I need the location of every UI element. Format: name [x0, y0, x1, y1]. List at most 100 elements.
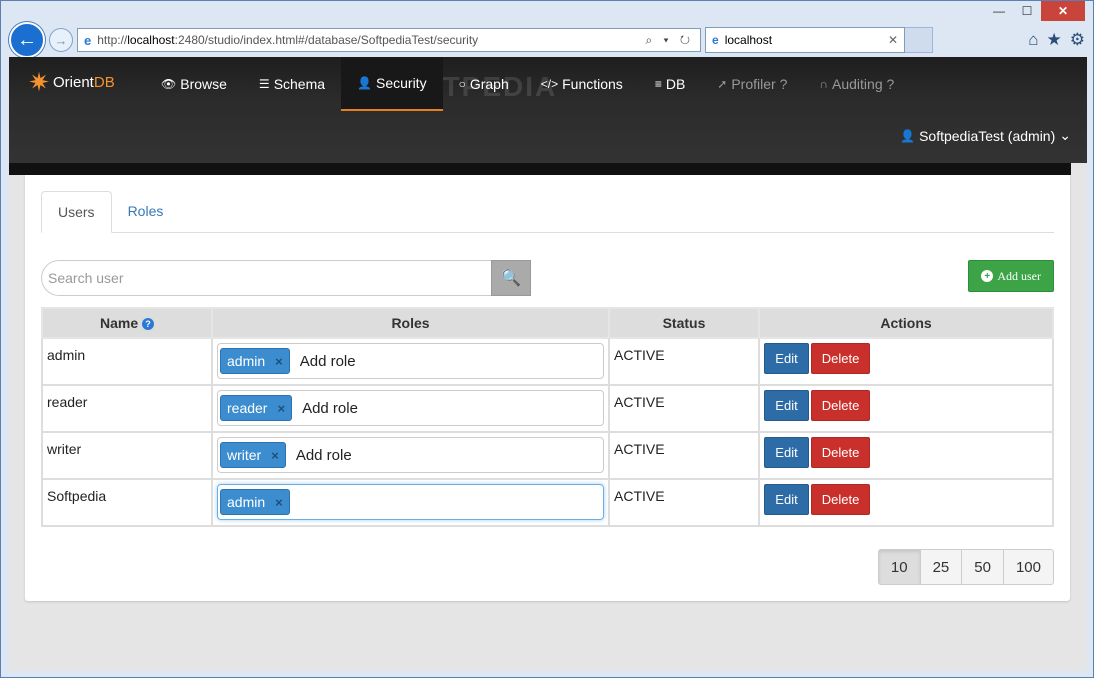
- url-host: localhost: [127, 33, 175, 47]
- role-tag: admin ×: [220, 489, 290, 515]
- roles-input[interactable]: writer × Add role: [217, 437, 604, 473]
- orientdb-logo[interactable]: ✷ OrientDB: [25, 61, 115, 103]
- navbar-underline: [9, 163, 1071, 175]
- user-status: ACTIVE: [608, 384, 760, 433]
- user-icon: 👤: [900, 128, 916, 143]
- remove-tag-icon[interactable]: ×: [277, 401, 285, 416]
- delete-button[interactable]: Delete: [811, 390, 870, 421]
- navbar: ✷ OrientDB SOFTPEDIA 👁 Browse ☰ Schema 👤 Se…: [9, 57, 1087, 163]
- nav-browse[interactable]: 👁 Browse: [145, 57, 243, 111]
- headphones-icon: ∩: [819, 77, 829, 91]
- code-icon: </>: [540, 77, 559, 91]
- forward-icon[interactable]: →: [49, 28, 73, 52]
- back-icon[interactable]: ←: [9, 22, 45, 58]
- ie-tab-icon: e: [712, 33, 719, 47]
- rocket-icon: ➚: [717, 77, 728, 91]
- security-tabs: Users Roles: [41, 191, 1054, 233]
- search-user-input[interactable]: [41, 260, 491, 296]
- minimize-button[interactable]: —: [985, 1, 1013, 21]
- roles-input[interactable]: reader × Add role: [217, 390, 604, 426]
- user-menu[interactable]: 👤 SoftpediaTest (admin) ⌄: [900, 127, 1071, 144]
- profiler-help-icon: ?: [779, 76, 788, 92]
- remove-tag-icon[interactable]: ×: [275, 354, 283, 369]
- edit-button[interactable]: Edit: [764, 484, 809, 515]
- address-tools-icon[interactable]: ⌕ ▾ ↻: [645, 33, 694, 48]
- add-user-button[interactable]: + Add user: [968, 260, 1054, 292]
- role-tag: writer ×: [220, 442, 286, 468]
- schema-icon: ☰: [258, 77, 270, 91]
- remove-tag-icon[interactable]: ×: [275, 495, 283, 510]
- table-row: Softpedia admin × ACTIVE Edit Delete: [41, 478, 1054, 527]
- maximize-button[interactable]: ☐: [1013, 1, 1041, 21]
- edit-button[interactable]: Edit: [764, 343, 809, 374]
- ie-page-icon: e: [84, 32, 92, 48]
- remove-tag-icon[interactable]: ×: [271, 448, 279, 463]
- page-size-25[interactable]: 25: [919, 549, 963, 585]
- add-role-placeholder[interactable]: Add role: [296, 447, 352, 464]
- col-actions: Actions: [758, 307, 1054, 339]
- search-group: 🔍: [41, 260, 531, 296]
- browser-tools: ⌂ ★ ⚙: [1028, 30, 1085, 50]
- role-tag: admin ×: [220, 348, 290, 374]
- main-nav: 👁 Browse ☰ Schema 👤 Security ○ Graph </> Func…: [145, 57, 910, 111]
- user-name: reader: [41, 384, 213, 433]
- table-row: admin admin × Add role ACTIVE Edit Delete: [41, 337, 1054, 386]
- add-role-placeholder[interactable]: Add role: [302, 400, 358, 417]
- chevron-down-icon: ⌄: [1059, 127, 1071, 143]
- delete-button[interactable]: Delete: [811, 437, 870, 468]
- favorites-icon[interactable]: ★: [1047, 30, 1062, 50]
- nav-security[interactable]: 👤 Security: [341, 57, 443, 111]
- nav-auditing[interactable]: ∩ Auditing ?: [803, 57, 910, 111]
- col-roles: Roles: [211, 307, 610, 339]
- user-status: ACTIVE: [608, 431, 760, 480]
- new-tab-button[interactable]: [905, 27, 933, 53]
- delete-button[interactable]: Delete: [811, 343, 870, 374]
- add-role-placeholder[interactable]: Add role: [300, 353, 356, 370]
- nav-schema[interactable]: ☰ Schema: [243, 57, 341, 111]
- eye-icon: 👁: [161, 77, 177, 91]
- security-panel: Users Roles 🔍 + Add user Name ? Roles St…: [25, 175, 1070, 601]
- tab-title: localhost: [724, 33, 773, 47]
- logo-text: OrientDB: [53, 73, 115, 91]
- home-icon[interactable]: ⌂: [1028, 30, 1038, 50]
- table-row: writer writer × Add role ACTIVE Edit Delet…: [41, 431, 1054, 480]
- role-tag: reader ×: [220, 395, 293, 421]
- page-size-100[interactable]: 100: [1002, 549, 1054, 585]
- tab-roles[interactable]: Roles: [112, 191, 180, 232]
- help-icon[interactable]: ?: [142, 318, 155, 331]
- settings-icon[interactable]: ⚙: [1070, 30, 1085, 50]
- table-row: reader reader × Add role ACTIVE Edit Delet…: [41, 384, 1054, 433]
- nav-functions[interactable]: </> Functions: [525, 57, 639, 111]
- page-size-selector: 10 25 50 100: [877, 549, 1054, 585]
- page-size-50[interactable]: 50: [961, 549, 1004, 585]
- nav-profiler[interactable]: ➚ Profiler ?: [701, 57, 803, 111]
- browser-window: — ☐ ✕ ← → e http:// localhost :2480/stud…: [0, 0, 1094, 678]
- user-icon: 👤: [357, 76, 372, 90]
- close-window-button[interactable]: ✕: [1041, 1, 1085, 21]
- circle-icon: ○: [458, 77, 466, 91]
- user-status: ACTIVE: [608, 478, 760, 527]
- edit-button[interactable]: Edit: [764, 390, 809, 421]
- browser-toolbar: ← → e http:// localhost :2480/studio/ind…: [9, 22, 1085, 58]
- users-table: Name ? Roles Status Actions admin admin ×…: [41, 307, 1054, 527]
- roles-input[interactable]: admin ×: [217, 484, 604, 520]
- delete-button[interactable]: Delete: [811, 484, 870, 515]
- nav-graph[interactable]: ○ Graph: [443, 57, 525, 111]
- page-size-10[interactable]: 10: [877, 549, 921, 585]
- auditing-help-icon: ?: [886, 76, 895, 92]
- tab-close-icon[interactable]: ✕: [888, 33, 898, 47]
- edit-button[interactable]: Edit: [764, 437, 809, 468]
- search-icon[interactable]: 🔍: [491, 260, 531, 296]
- url-path: :2480/studio/index.html#/database/Softpe…: [174, 33, 479, 47]
- address-bar[interactable]: e http:// localhost :2480/studio/index.h…: [77, 28, 701, 52]
- plus-circle-icon: +: [981, 270, 994, 282]
- page-content: ✷ OrientDB SOFTPEDIA 👁 Browse ☰ Schema 👤 Se…: [9, 57, 1087, 671]
- nav-db[interactable]: ≡ DB: [639, 57, 701, 111]
- url-prefix: http://: [97, 33, 128, 47]
- user-name: Softpedia: [41, 478, 213, 527]
- col-name[interactable]: Name ?: [41, 307, 213, 339]
- roles-input[interactable]: admin × Add role: [217, 343, 604, 379]
- orientdb-mark-icon: ✷: [28, 66, 50, 97]
- tab-users[interactable]: Users: [41, 191, 112, 233]
- browser-tab[interactable]: e localhost ✕: [705, 27, 905, 53]
